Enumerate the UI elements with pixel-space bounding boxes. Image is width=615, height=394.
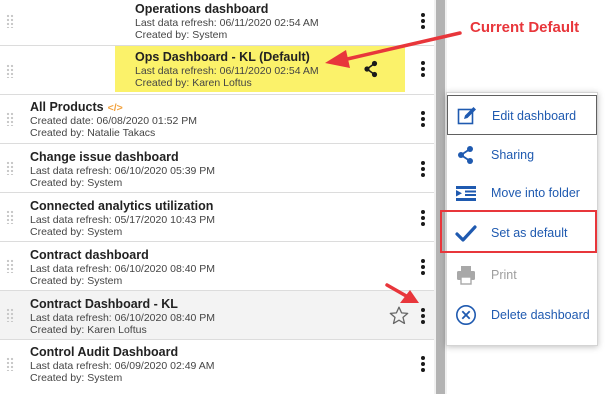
dashboard-created-date: Created date: 06/08/2020 01:52 PM <box>30 115 197 127</box>
drag-handle[interactable] <box>6 357 14 371</box>
dashboard-title[interactable]: Contract Dashboard - KL <box>30 297 178 311</box>
menu-item-move-into-folder[interactable]: Move into folder <box>447 173 597 213</box>
current-default-annotation: Current Default <box>470 19 580 36</box>
dashboard-title[interactable]: Contract dashboard <box>30 248 149 262</box>
star-icon[interactable] <box>389 306 409 325</box>
more-options-icon[interactable] <box>416 109 430 129</box>
dashboard-refresh: Last data refresh: 05/17/2020 10:43 PM <box>30 214 216 226</box>
dashboard-refresh: Last data refresh: 06/11/2020 02:54 AM <box>135 17 319 29</box>
print-icon <box>457 266 475 285</box>
menu-item-sharing[interactable]: Sharing <box>447 135 597 175</box>
set-as-default-annotation-box <box>440 210 597 253</box>
drag-handle[interactable] <box>6 161 14 175</box>
dashboard-creator: Created by: System <box>135 29 228 41</box>
drag-handle[interactable] <box>6 14 14 28</box>
dashboard-creator: Created by: System <box>30 177 123 189</box>
menu-item-label: Edit dashboard <box>492 109 577 123</box>
dashboard-title[interactable]: Change issue dashboard <box>30 150 179 164</box>
dashboard-refresh: Last data refresh: 06/09/2020 02:49 AM <box>30 360 215 372</box>
dashboard-refresh: Last data refresh: 06/10/2020 08:40 PM <box>30 263 216 275</box>
dashboard-creator: Created by: System <box>30 372 123 384</box>
dashboard-creator: Created by: Natalie Takacs <box>30 127 156 139</box>
edit-icon <box>457 107 476 125</box>
dashboard-title[interactable]: All Products <box>30 100 104 114</box>
drag-handle[interactable] <box>6 210 14 224</box>
menu-item-label: Sharing <box>491 148 535 162</box>
dashboard-list: Operations dashboard Last data refresh: … <box>0 0 434 394</box>
dashboard-creator: Created by: Karen Loftus <box>30 324 147 336</box>
list-item[interactable]: Contract dashboard Last data refresh: 06… <box>0 242 434 291</box>
dashboard-title[interactable]: Operations dashboard <box>135 2 268 16</box>
dashboard-title-group[interactable]: All Products </> <box>30 100 123 114</box>
list-item[interactable]: Connected analytics utilization Last dat… <box>0 193 434 242</box>
code-icon: </> <box>107 102 123 114</box>
more-options-icon[interactable] <box>416 354 430 374</box>
drag-handle[interactable] <box>6 112 14 126</box>
dashboard-title[interactable]: Ops Dashboard - KL (Default) <box>135 50 310 64</box>
more-options-icon[interactable] <box>416 306 430 326</box>
more-options-icon[interactable] <box>416 208 430 228</box>
menu-item-print[interactable]: Print <box>447 255 597 295</box>
dashboard-refresh: Last data refresh: 06/10/2020 05:39 PM <box>30 165 216 177</box>
drag-handle[interactable] <box>6 308 14 322</box>
list-item[interactable]: Operations dashboard Last data refresh: … <box>0 0 434 46</box>
list-item-hovered[interactable]: Contract Dashboard - KL Last data refres… <box>0 291 434 340</box>
dashboard-refresh: Last data refresh: 06/11/2020 02:54 AM <box>135 65 319 77</box>
list-item-default[interactable]: Ops Dashboard - KL (Default) Last data r… <box>0 46 434 95</box>
menu-item-label: Move into folder <box>491 186 580 200</box>
more-options-icon[interactable] <box>416 159 430 179</box>
dashboard-refresh: Last data refresh: 06/10/2020 08:40 PM <box>30 312 216 324</box>
menu-item-label: Print <box>491 268 517 282</box>
menu-item-label: Delete dashboard <box>491 308 590 322</box>
drag-handle[interactable] <box>6 64 14 78</box>
list-item[interactable]: Change issue dashboard Last data refresh… <box>0 144 434 193</box>
scrollbar-thumb[interactable] <box>436 0 445 394</box>
dashboard-title[interactable]: Connected analytics utilization <box>30 199 213 213</box>
menu-item-edit-dashboard[interactable]: Edit dashboard <box>447 95 597 135</box>
more-options-icon[interactable] <box>416 59 430 79</box>
share-icon[interactable] <box>363 60 379 78</box>
list-item[interactable]: Control Audit Dashboard Last data refres… <box>0 340 434 394</box>
dashboard-creator: Created by: Karen Loftus <box>135 77 252 89</box>
share-icon <box>458 146 473 164</box>
dashboard-title[interactable]: Control Audit Dashboard <box>30 345 178 359</box>
delete-icon <box>456 305 476 325</box>
drag-handle[interactable] <box>6 259 14 273</box>
dashboard-list-screen: Operations dashboard Last data refresh: … <box>0 0 615 394</box>
list-item[interactable]: All Products </> Created date: 06/08/2020… <box>0 95 434 144</box>
menu-item-delete-dashboard[interactable]: Delete dashboard <box>447 295 597 335</box>
more-options-icon[interactable] <box>416 257 430 277</box>
move-folder-icon <box>456 186 476 201</box>
dashboard-creator: Created by: System <box>30 226 123 238</box>
more-options-icon[interactable] <box>416 11 430 31</box>
dashboard-creator: Created by: System <box>30 275 123 287</box>
